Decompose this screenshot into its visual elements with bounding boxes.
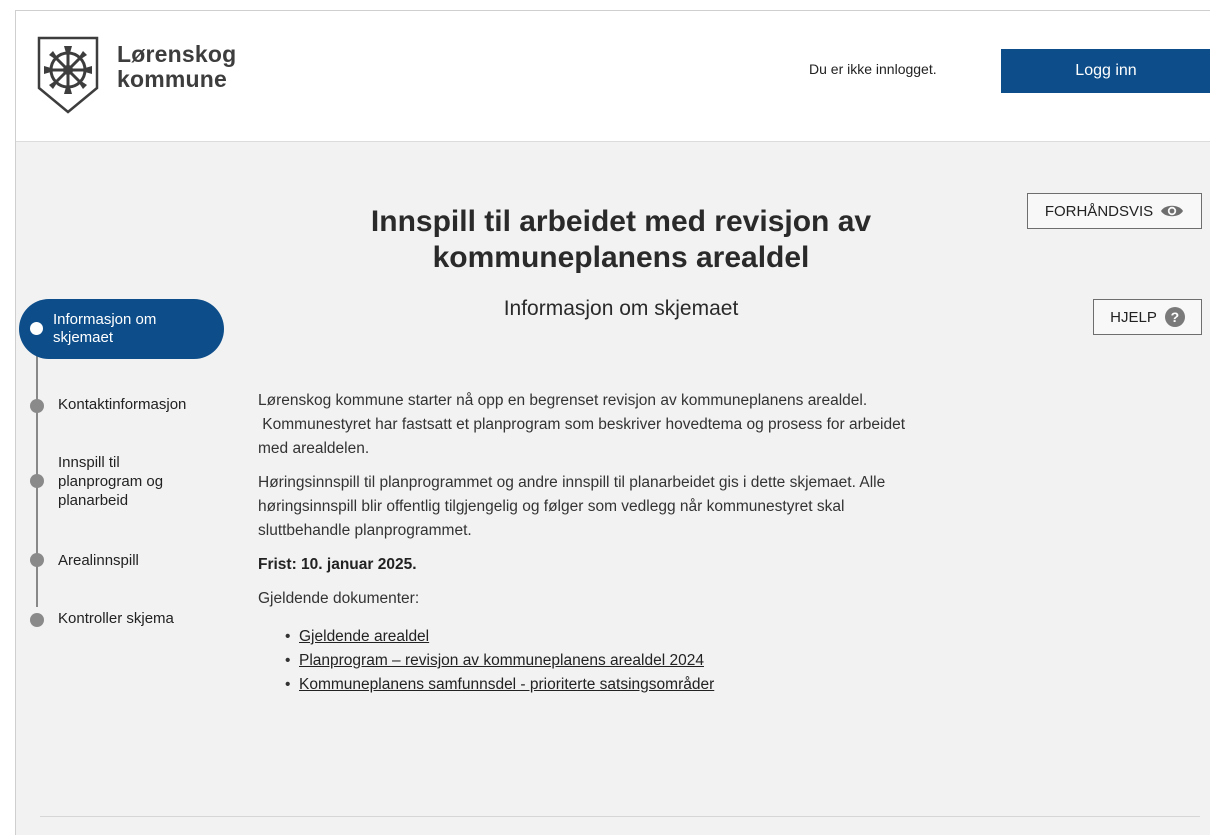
page-subtitle: Informasjon om skjemaet: [503, 297, 739, 320]
login-button[interactable]: Logg inn: [1001, 49, 1210, 93]
logo-line-2: kommune: [117, 66, 228, 92]
intro-line: med arealdelen.: [258, 440, 370, 457]
login-status-text: Du er ikke innlogget.: [809, 61, 937, 77]
page-title: Innspill til arbeidet med revisjon av ko…: [261, 204, 981, 276]
step-dot: [30, 553, 44, 567]
preview-label: FORHÅNDSVIS: [1044, 202, 1154, 220]
step-label-line: Informasjon om: [53, 311, 157, 328]
list-item: Planprogram – revisjon av kommuneplanens…: [285, 649, 1018, 673]
preview-button[interactable]: FORHÅNDSVIS: [1027, 193, 1202, 229]
step-label: Innspill til planprogram og planarbeid: [58, 453, 163, 510]
footer-divider: [40, 816, 1200, 817]
hearing-line: sluttbehandle planprogrammet.: [258, 522, 472, 539]
page-title-line-1: Innspill til arbeidet med revisjon av: [370, 205, 872, 238]
step-dot: [30, 474, 44, 488]
help-button[interactable]: HJELP ?: [1093, 299, 1202, 335]
intro-line: Lørenskog kommune starter nå opp en begr…: [258, 392, 868, 409]
step-label-line: skjemaet: [53, 329, 114, 346]
documents-list: Gjeldende arealdel Planprogram – revisjo…: [258, 625, 1018, 697]
step-dot: [30, 613, 44, 627]
intro-paragraph: Lørenskog kommune starter nå opp en begr…: [258, 389, 1018, 461]
logo-line-1: Lørenskog: [117, 41, 237, 67]
intro-line: Kommunestyret har fastsatt et planprogra…: [258, 416, 905, 433]
logo-text[interactable]: Lørenskog kommune: [117, 42, 236, 92]
form-stepper: Informasjon om skjemaet Kontaktinformasj…: [16, 299, 231, 639]
eye-icon: [1161, 205, 1184, 217]
step-label-line: Innspill til: [58, 454, 120, 471]
document-link-current-area-plan[interactable]: Gjeldende arealdel: [299, 628, 429, 645]
step-dot: [30, 399, 44, 413]
step-label-line: planprogram og: [58, 473, 164, 490]
document-link-planprogram[interactable]: Planprogram – revisjon av kommuneplanens…: [299, 652, 704, 669]
step-dot-active: [30, 322, 43, 335]
list-item: Kommuneplanens samfunnsdel - prioriterte…: [285, 673, 1018, 697]
help-label: HJELP: [1110, 308, 1157, 326]
hearing-paragraph: Høringsinnspill til planprogrammet og an…: [258, 471, 1018, 543]
list-item: Gjeldende arealdel: [285, 625, 1018, 649]
step-label: Kontroller skjema: [58, 610, 174, 627]
step-label: Informasjon om skjemaet: [53, 311, 156, 347]
document-link-social-plan[interactable]: Kommuneplanens samfunnsdel - prioriterte…: [299, 676, 714, 693]
step-label-line: planarbeid: [58, 492, 129, 509]
site-header: Lørenskog kommune Du er ikke innlogget. …: [16, 11, 1210, 142]
step-label: Arealinnspill: [58, 552, 139, 569]
question-circle-icon: ?: [1164, 307, 1185, 327]
hearing-line: Høringsinnspill til planprogrammet og an…: [258, 474, 886, 491]
form-information-content: Lørenskog kommune starter nå opp en begr…: [258, 389, 1018, 697]
deadline-text: Frist: 10. januar 2025.: [258, 556, 417, 573]
app-frame: Lørenskog kommune Du er ikke innlogget. …: [15, 10, 1210, 835]
step-label: Kontaktinformasjon: [58, 396, 187, 413]
step-information[interactable]: Informasjon om skjemaet: [19, 299, 224, 359]
municipality-logo-icon[interactable]: [37, 36, 99, 114]
documents-heading: Gjeldende dokumenter:: [258, 590, 420, 607]
page-title-line-2: kommuneplanens arealdel: [432, 241, 810, 274]
hearing-line: høringsinnspill blir offentlig tilgjenge…: [258, 498, 845, 515]
